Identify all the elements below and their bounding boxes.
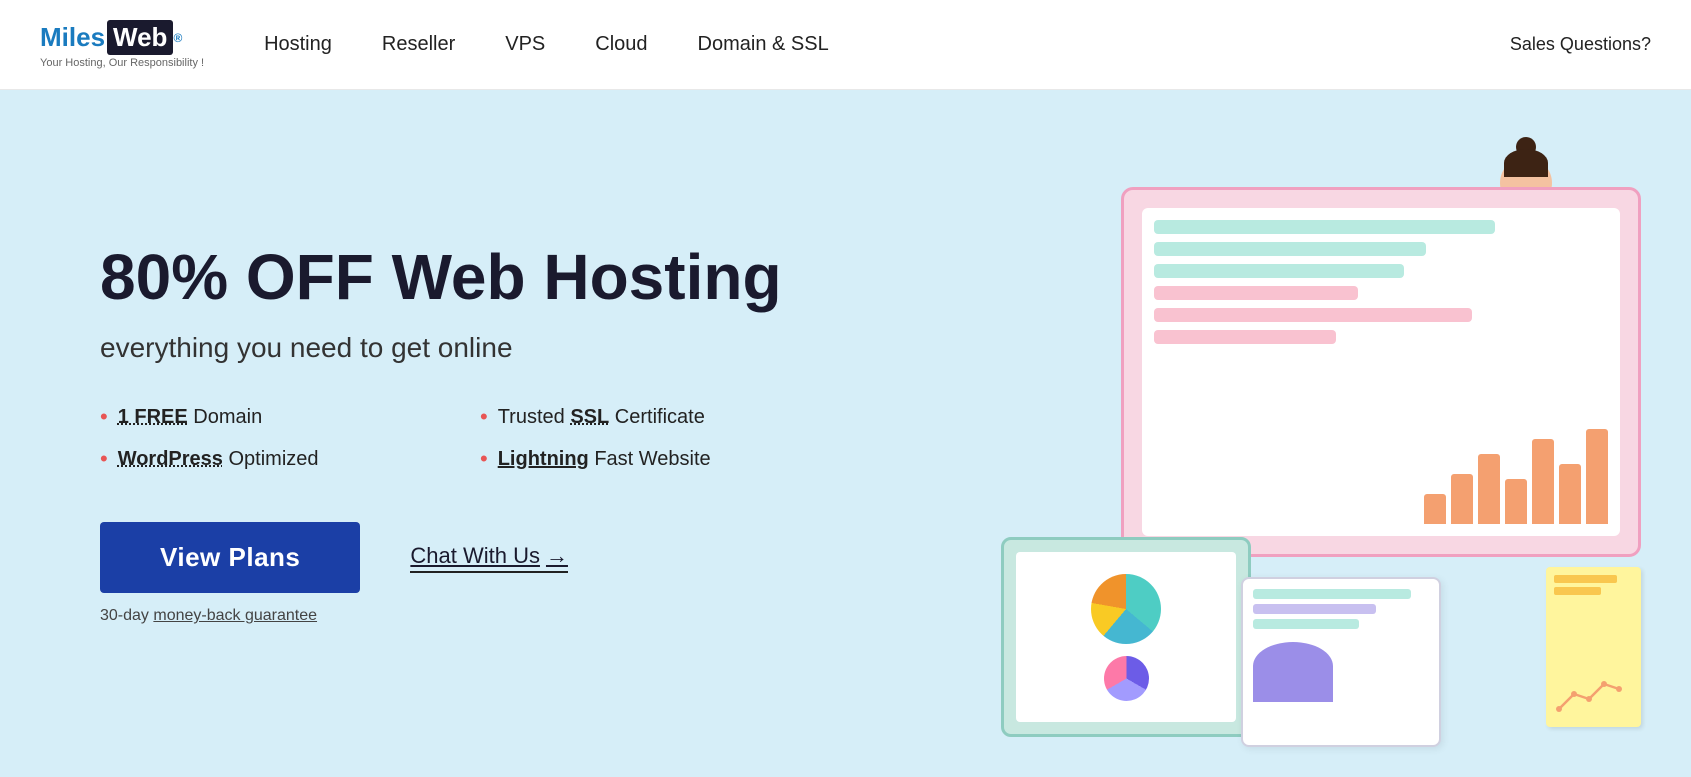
view-plans-button[interactable]: View Plans xyxy=(100,522,360,593)
chart-bar-6 xyxy=(1559,464,1581,524)
tablet-screen xyxy=(1016,552,1236,722)
panel-shape xyxy=(1253,642,1333,702)
screen-bar-5 xyxy=(1154,308,1472,322)
screen-bar-1 xyxy=(1154,220,1495,234)
screen-bar-6 xyxy=(1154,330,1336,344)
nav-item-hosting[interactable]: Hosting xyxy=(264,33,332,56)
feature-free-domain: • 1 FREE Domain xyxy=(100,404,420,430)
chart-bar-1 xyxy=(1424,494,1446,524)
hero-subtitle: everything you need to get online xyxy=(100,332,800,364)
bullet-icon-lightning: • xyxy=(480,446,488,472)
sticky-chart xyxy=(1554,599,1633,719)
panel-bar-2 xyxy=(1253,604,1376,614)
chart-bar-4 xyxy=(1505,479,1527,524)
sticky-graph xyxy=(1554,669,1629,719)
header: Miles Web ® Your Hosting, Our Responsibi… xyxy=(0,0,1691,90)
nav-item-vps[interactable]: VPS xyxy=(505,33,545,56)
monitor-tablet xyxy=(1001,537,1251,737)
chart-bar-5 xyxy=(1532,439,1554,524)
chat-with-us-link[interactable]: Chat With Us → xyxy=(410,543,568,573)
logo-miles: Miles xyxy=(40,22,105,53)
cta-row: View Plans Chat With Us → xyxy=(100,522,800,593)
feature-lightning: • Lightning Fast Website xyxy=(480,446,800,472)
guarantee-link[interactable]: money-back guarantee xyxy=(153,607,317,624)
screen-bar-2 xyxy=(1154,242,1426,256)
features-grid: • 1 FREE Domain • Trusted SSL Certificat… xyxy=(100,404,800,472)
feature-bold-free-domain: 1 FREE xyxy=(118,406,188,428)
feature-bold-ssl: SSL xyxy=(570,406,609,428)
chart-bar-3 xyxy=(1478,454,1500,524)
bullet-icon: • xyxy=(100,404,108,430)
pie-chart-main xyxy=(1091,574,1161,644)
sticky-note xyxy=(1546,567,1641,727)
logo-web: Web xyxy=(107,20,173,55)
char-hair xyxy=(1504,149,1548,177)
bullet-icon-ssl: • xyxy=(480,404,488,430)
hero-title: 80% OFF Web Hosting xyxy=(100,242,800,312)
chart-bar-2 xyxy=(1451,474,1473,524)
panel-bar-3 xyxy=(1253,619,1359,629)
panel-bar-1 xyxy=(1253,589,1411,599)
chat-arrow-icon: → xyxy=(546,543,568,569)
guarantee-prefix: 30-day xyxy=(100,607,153,624)
money-back-guarantee: 30-day money-back guarantee xyxy=(100,607,800,625)
monitor-screen xyxy=(1142,208,1620,536)
chat-label: Chat With Us xyxy=(410,543,540,569)
nav-item-domain-ssl[interactable]: Domain & SSL xyxy=(698,33,829,56)
feature-wordpress: • WordPress Optimized xyxy=(100,446,420,472)
logo-trademark: ® xyxy=(173,31,182,45)
logo[interactable]: Miles Web ® xyxy=(40,20,204,55)
sticky-line-1 xyxy=(1554,575,1617,583)
logo-area: Miles Web ® Your Hosting, Our Responsibi… xyxy=(40,20,204,69)
monitor-panel xyxy=(1241,577,1441,747)
monitor-main xyxy=(1121,187,1641,557)
nav-item-cloud[interactable]: Cloud xyxy=(595,33,647,56)
screen-chart-area xyxy=(1154,434,1608,524)
chart-bar-7 xyxy=(1586,429,1608,524)
feature-bold-lightning: Lightning xyxy=(498,448,589,470)
hero-content: 80% OFF Web Hosting everything you need … xyxy=(100,242,800,625)
sticky-line-2 xyxy=(1554,587,1601,595)
nav: Hosting Reseller VPS Cloud Domain & SSL xyxy=(264,33,1510,56)
feature-bold-wp: WordPress xyxy=(118,448,223,470)
feature-ssl: • Trusted SSL Certificate xyxy=(480,404,800,430)
illustration-container xyxy=(1001,157,1681,777)
sales-questions[interactable]: Sales Questions? xyxy=(1510,34,1651,55)
pie-chart-small xyxy=(1104,656,1149,701)
hero-illustration xyxy=(991,90,1691,777)
screen-bar-3 xyxy=(1154,264,1404,278)
hero-section: 80% OFF Web Hosting everything you need … xyxy=(0,90,1691,777)
nav-item-reseller[interactable]: Reseller xyxy=(382,33,455,56)
logo-tagline: Your Hosting, Our Responsibility ! xyxy=(40,57,204,69)
bullet-icon-wp: • xyxy=(100,446,108,472)
screen-bar-4 xyxy=(1154,286,1358,300)
